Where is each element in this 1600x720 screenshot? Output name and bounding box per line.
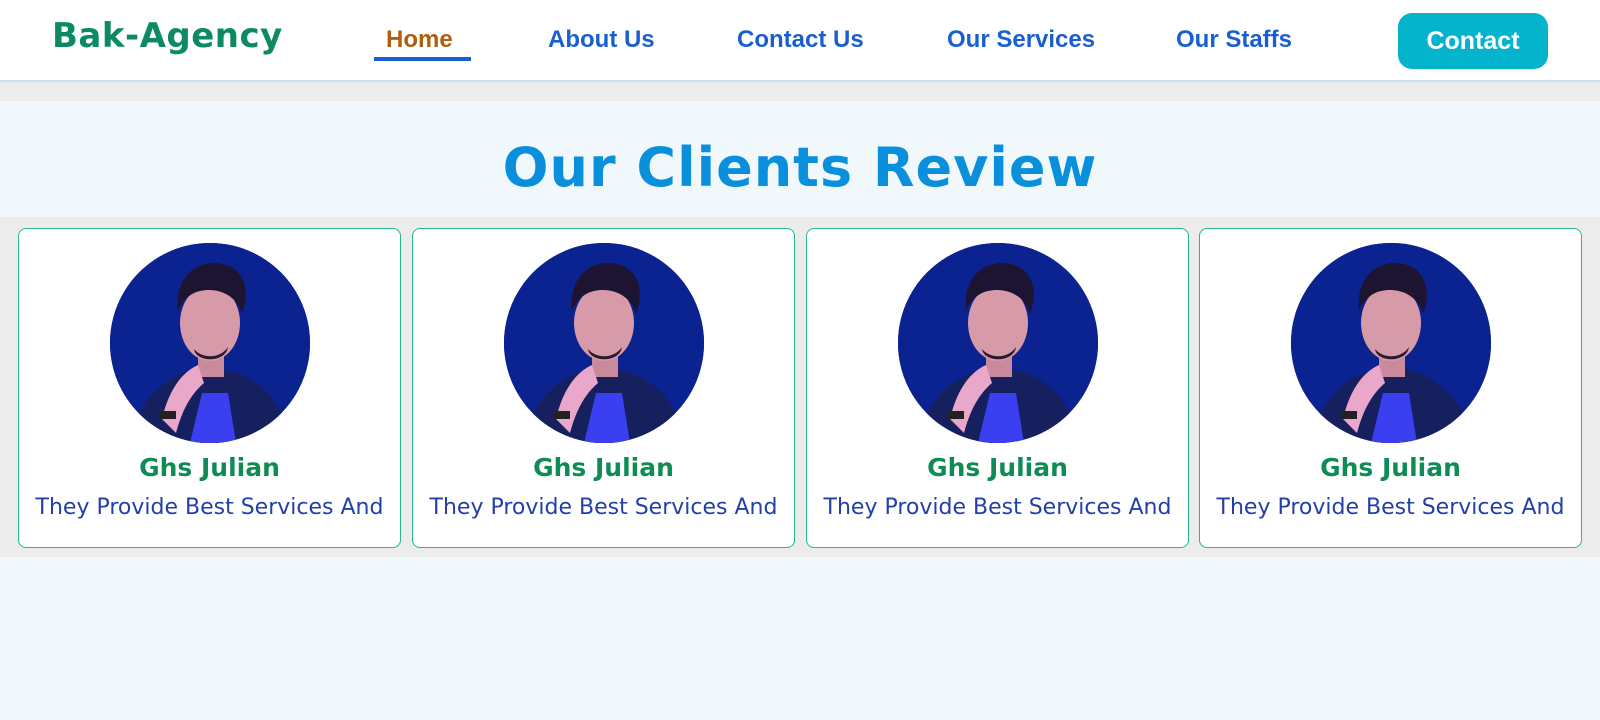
- nav-home[interactable]: Home: [386, 26, 453, 54]
- client-review-text: They Provide Best Services And: [1216, 495, 1565, 520]
- nav-about-us[interactable]: About Us: [548, 26, 655, 54]
- navbar: Bak-Agency Home About Us Contact Us Our …: [0, 0, 1600, 82]
- client-name: Ghs Julian: [927, 453, 1068, 482]
- client-name: Ghs Julian: [533, 453, 674, 482]
- nav-active-indicator: [374, 57, 471, 61]
- client-review-text: They Provide Best Services And: [35, 495, 384, 520]
- section-divider: [0, 82, 1600, 101]
- client-name: Ghs Julian: [139, 453, 280, 482]
- section-title: Our Clients Review: [502, 136, 1098, 199]
- client-review-text: They Provide Best Services And: [823, 495, 1172, 520]
- brand-logo[interactable]: Bak-Agency: [52, 16, 283, 56]
- client-review-text: They Provide Best Services And: [429, 495, 778, 520]
- review-card: Ghs Julian They Provide Best Services An…: [18, 228, 401, 548]
- client-name: Ghs Julian: [1320, 453, 1461, 482]
- reviews-carousel: Ghs Julian They Provide Best Services An…: [0, 217, 1600, 557]
- nav-contact-us[interactable]: Contact Us: [737, 26, 864, 54]
- client-avatar: [110, 243, 310, 443]
- client-avatar: [898, 243, 1098, 443]
- review-card: Ghs Julian They Provide Best Services An…: [412, 228, 795, 548]
- nav-our-services[interactable]: Our Services: [947, 26, 1095, 54]
- client-avatar: [1291, 243, 1491, 443]
- nav-our-staffs[interactable]: Our Staffs: [1176, 26, 1292, 54]
- review-card: Ghs Julian They Provide Best Services An…: [1199, 228, 1582, 548]
- contact-button[interactable]: Contact: [1398, 13, 1548, 69]
- client-avatar: [504, 243, 704, 443]
- review-card: Ghs Julian They Provide Best Services An…: [806, 228, 1189, 548]
